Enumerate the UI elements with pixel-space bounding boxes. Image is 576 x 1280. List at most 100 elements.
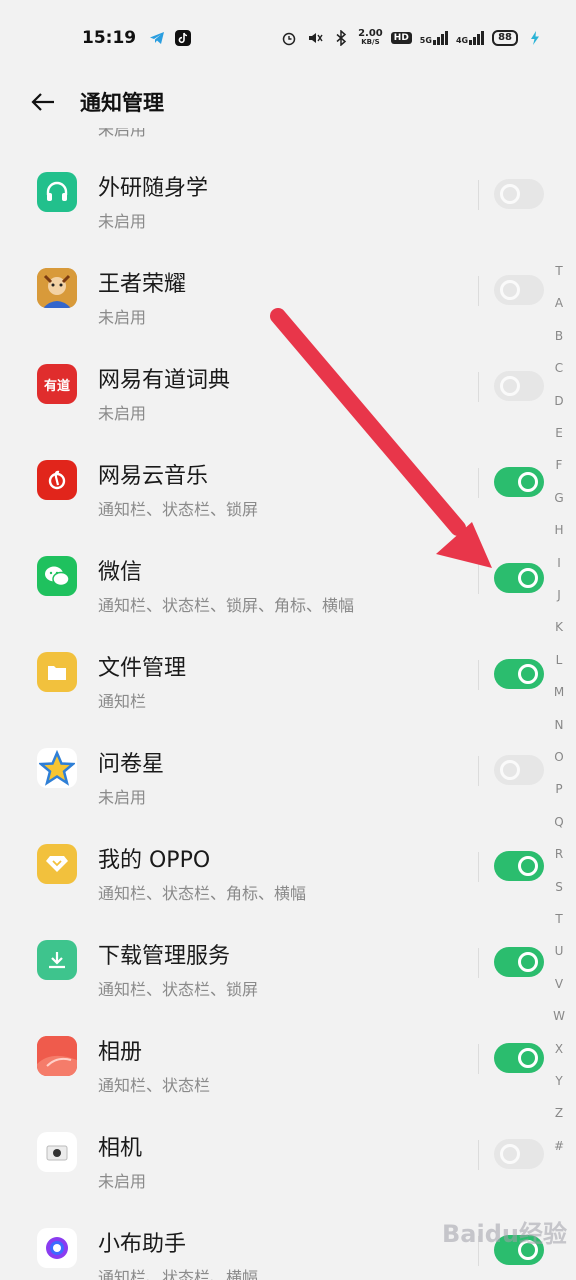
alphabet-index-item[interactable]: G: [548, 491, 570, 505]
app-row[interactable]: 王者荣耀 未启用: [0, 254, 576, 350]
alphabet-index-item[interactable]: B: [548, 329, 570, 343]
app-name: 我的 OPPO: [98, 848, 211, 873]
telegram-icon: [148, 29, 166, 47]
row-divider: [478, 180, 479, 210]
back-button[interactable]: [30, 89, 56, 115]
app-row[interactable]: 问卷星 未启用: [0, 734, 576, 830]
page-header: 通知管理: [0, 76, 576, 128]
mute-icon: [306, 29, 324, 47]
toggle-knob: [518, 472, 538, 492]
app-row[interactable]: 微信通知栏、状态栏、锁屏、角标、横幅: [0, 542, 576, 638]
app-row[interactable]: 有道 网易有道词典 未启用: [0, 350, 576, 446]
bluetooth-icon: [332, 29, 350, 47]
alphabet-index-item[interactable]: K: [548, 620, 570, 634]
app-name: 网易有道词典: [98, 368, 231, 393]
download-icon: [37, 940, 77, 980]
notification-toggle[interactable]: [494, 947, 544, 977]
toggle-knob: [500, 1144, 520, 1164]
alphabet-index-item[interactable]: L: [548, 653, 570, 667]
alphabet-index-item[interactable]: U: [548, 944, 570, 958]
alphabet-index-item[interactable]: H: [548, 523, 570, 537]
alphabet-index-item[interactable]: A: [548, 296, 570, 310]
alphabet-index-item[interactable]: N: [548, 718, 570, 732]
app-row[interactable]: 我的 OPPO 通知栏、状态栏、角标、横幅: [0, 830, 576, 926]
app-row[interactable]: 文件管理 通知栏: [0, 638, 576, 734]
app-name: 微信: [98, 560, 143, 585]
alphabet-index-item[interactable]: J: [548, 588, 570, 602]
alphabet-index-item[interactable]: I: [548, 556, 570, 570]
app-name: 外研随身学: [98, 176, 209, 201]
alphabet-index-item[interactable]: C: [548, 361, 570, 375]
notification-toggle[interactable]: [494, 659, 544, 689]
toggle-knob: [518, 952, 538, 972]
app-row[interactable]: 网易云音乐通知栏、状态栏、锁屏: [0, 446, 576, 542]
app-row[interactable]: 外研随身学 未启用: [0, 158, 576, 254]
notification-toggle[interactable]: [494, 275, 544, 305]
photos-icon: [37, 1036, 77, 1076]
alphabet-index-item[interactable]: D: [548, 394, 570, 408]
alphabet-index-item[interactable]: T: [548, 264, 570, 278]
alphabet-index-item[interactable]: W: [548, 1009, 570, 1023]
app-notification-status: 通知栏、状态栏、锁屏: [98, 500, 259, 519]
app-name: 文件管理: [98, 656, 187, 681]
toggle-knob: [518, 568, 538, 588]
toggle-knob: [518, 856, 538, 876]
alphabet-index-item[interactable]: M: [548, 685, 570, 699]
alphabet-index-item[interactable]: X: [548, 1042, 570, 1056]
notification-toggle[interactable]: [494, 1139, 544, 1169]
baidu-watermark: Baidu经验: [442, 1220, 567, 1248]
app-row[interactable]: 相册 通知栏、状态栏: [0, 1022, 576, 1118]
signal-bars-icon: [432, 31, 448, 45]
alphabet-index-item[interactable]: Q: [548, 815, 570, 829]
signal-5g: 5G: [420, 31, 448, 45]
app-notification-list[interactable]: 未启用 外研随身学 未启用 王者荣耀 未启用 有道 网易有道词典 未启用网易云音乐通知栏、状…: [0, 128, 576, 1280]
headphones-icon: [37, 172, 77, 212]
alphabet-index-item[interactable]: F: [548, 458, 570, 472]
app-name: 网易云音乐: [98, 464, 209, 489]
alphabet-index-item[interactable]: V: [548, 977, 570, 991]
alphabet-index-item[interactable]: O: [548, 750, 570, 764]
back-arrow-icon: [31, 93, 54, 111]
notification-toggle[interactable]: [494, 1043, 544, 1073]
partial-app-status: 未启用: [98, 128, 147, 139]
alphabet-index-item[interactable]: #: [548, 1139, 570, 1153]
app-notification-status: 通知栏: [98, 692, 147, 711]
camera-icon: [37, 1132, 77, 1172]
app-row[interactable]: 下载管理服务通知栏、状态栏、锁屏: [0, 926, 576, 1022]
alphabet-index-item[interactable]: P: [548, 782, 570, 796]
notification-toggle[interactable]: [494, 179, 544, 209]
status-time: 15:19: [82, 28, 137, 48]
app-notification-status: 通知栏、状态栏、锁屏: [98, 980, 259, 999]
alphabet-index-item[interactable]: S: [548, 880, 570, 894]
notification-toggle[interactable]: [494, 755, 544, 785]
app-notification-status: 通知栏、状态栏、锁屏、角标、横幅: [98, 596, 355, 615]
notification-toggle[interactable]: [494, 851, 544, 881]
alphabet-index-item[interactable]: T: [548, 912, 570, 926]
row-divider: [478, 660, 479, 690]
row-divider: [478, 948, 479, 978]
row-divider: [478, 1044, 479, 1074]
tiktok-icon: [174, 29, 192, 47]
alphabet-index-item[interactable]: Y: [548, 1074, 570, 1088]
notification-toggle[interactable]: [494, 467, 544, 497]
app-name: 下载管理服务: [98, 944, 231, 969]
network-speed-unit: KB/S: [361, 38, 380, 46]
alphabet-index-item[interactable]: Z: [548, 1106, 570, 1120]
network-speed: 2.00 KB/S: [358, 29, 383, 47]
app-name: 王者荣耀: [98, 272, 187, 297]
app-name: 小布助手: [98, 1232, 187, 1257]
toggle-knob: [518, 1048, 538, 1068]
app-row[interactable]: 相机 未启用: [0, 1118, 576, 1214]
wechat-icon: [37, 556, 77, 596]
alphabet-index[interactable]: T A B C D E F G H I J K L M N O P Q R S T U V W X Y Z #: [548, 264, 570, 1164]
alarm-icon: [280, 29, 298, 47]
notification-toggle[interactable]: [494, 563, 544, 593]
alphabet-index-item[interactable]: R: [548, 847, 570, 861]
toggle-knob: [518, 664, 538, 684]
row-divider: [478, 1140, 479, 1170]
alphabet-index-item[interactable]: E: [548, 426, 570, 440]
toggle-knob: [500, 760, 520, 780]
notification-toggle[interactable]: [494, 371, 544, 401]
battery-indicator: 88: [492, 30, 518, 46]
toggle-knob: [500, 376, 520, 396]
